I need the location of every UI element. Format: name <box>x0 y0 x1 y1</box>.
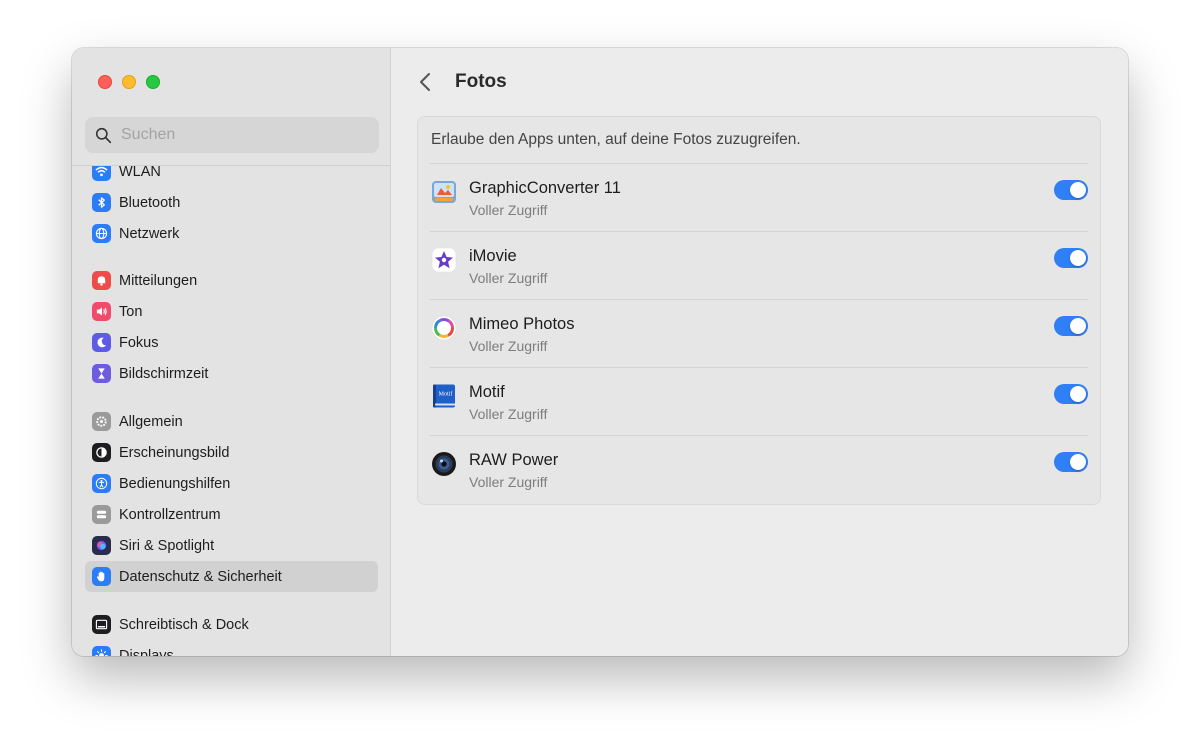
sidebar: WLAN Bluetooth Netzwerk <box>72 48 391 656</box>
bell-icon <box>92 271 111 290</box>
back-button[interactable] <box>411 68 439 96</box>
app-access-label: Voller Zugriff <box>469 202 548 218</box>
sidebar-item-bildschirmzeit[interactable]: Bildschirmzeit <box>85 358 378 389</box>
svg-text:Motif: Motif <box>439 391 453 398</box>
sun-icon <box>92 646 111 656</box>
speaker-icon <box>92 302 111 321</box>
sidebar-item-schreibtisch-dock[interactable]: Schreibtisch & Dock <box>85 609 378 640</box>
main-content: Fotos Erlaube den Apps unten, auf deine … <box>391 48 1128 656</box>
hourglass-icon <box>92 364 111 383</box>
gear-icon <box>92 412 111 431</box>
app-row-raw-power: RAW Power Voller Zugriff <box>430 435 1088 503</box>
sidebar-item-label: Fokus <box>119 334 159 351</box>
siri-icon <box>92 536 111 555</box>
close-button[interactable] <box>98 75 112 89</box>
sidebar-item-wlan[interactable]: WLAN <box>85 165 378 187</box>
app-row-motif: Motif Motif Voller Zugriff <box>430 367 1088 435</box>
sidebar-item-kontrollzentrum[interactable]: Kontrollzentrum <box>85 499 378 530</box>
hand-icon <box>92 567 111 586</box>
sidebar-item-label: Bildschirmzeit <box>119 365 209 382</box>
toggle-motif[interactable] <box>1054 384 1088 404</box>
page-title: Fotos <box>455 71 507 92</box>
app-name: RAW Power <box>469 451 559 469</box>
sidebar-item-label: Kontrollzentrum <box>119 506 221 523</box>
sidebar-item-bedienungshilfen[interactable]: Bedienungshilfen <box>85 468 378 499</box>
sidebar-item-displays[interactable]: Displays <box>85 640 378 656</box>
sidebar-item-label: Mitteilungen <box>119 272 198 289</box>
app-row-mimeo-photos: Mimeo Photos Voller Zugriff <box>430 299 1088 367</box>
moon-icon <box>92 333 111 352</box>
sidebar-item-datenschutz-sicherheit[interactable]: Datenschutz & Sicherheit <box>85 561 378 592</box>
wifi-icon <box>92 166 111 181</box>
app-name: GraphicConverter 11 <box>469 179 621 197</box>
appearance-icon <box>92 443 111 462</box>
sidebar-item-mitteilungen[interactable]: Mitteilungen <box>85 265 378 296</box>
app-row-graphicconverter: GraphicConverter 11 Voller Zugriff <box>430 163 1088 231</box>
sidebar-item-allgemein[interactable]: Allgemein <box>85 406 378 437</box>
motif-icon: Motif <box>430 382 458 410</box>
sidebar-item-ton[interactable]: Ton <box>85 296 378 327</box>
sidebar-item-label: Allgemein <box>119 413 183 430</box>
globe-icon <box>92 224 111 243</box>
app-row-imovie: iMovie Voller Zugriff <box>430 231 1088 299</box>
app-access-label: Voller Zugriff <box>469 474 548 490</box>
photos-access-panel: Erlaube den Apps unten, auf deine Fotos … <box>417 116 1101 505</box>
mimeo-icon <box>430 314 458 342</box>
app-access-label: Voller Zugriff <box>469 338 548 354</box>
toggle-imovie[interactable] <box>1054 248 1088 268</box>
toggle-mimeo-photos[interactable] <box>1054 316 1088 336</box>
zoom-button[interactable] <box>146 75 160 89</box>
search-icon <box>95 127 112 143</box>
app-name: Motif <box>469 383 505 401</box>
sidebar-item-label: Erscheinungsbild <box>119 444 230 461</box>
graphicconverter-icon <box>430 178 458 206</box>
sidebar-item-label: Bedienungshilfen <box>119 475 231 492</box>
sidebar-item-label: Displays <box>119 647 174 657</box>
toggle-raw-power[interactable] <box>1054 452 1088 472</box>
sidebar-item-label: WLAN <box>119 165 161 180</box>
imovie-icon <box>430 246 458 274</box>
dock-icon <box>92 615 111 634</box>
toolbar: Fotos <box>411 66 507 98</box>
sidebar-item-siri-spotlight[interactable]: Siri & Spotlight <box>85 530 378 561</box>
chevron-left-icon <box>420 73 430 91</box>
switches-icon <box>92 505 111 524</box>
toggle-graphicconverter[interactable] <box>1054 180 1088 200</box>
app-access-label: Voller Zugriff <box>469 270 548 286</box>
sidebar-item-netzwerk[interactable]: Netzwerk <box>85 218 378 249</box>
minimize-button[interactable] <box>122 75 136 89</box>
sidebar-item-label: Netzwerk <box>119 225 180 242</box>
search-input[interactable] <box>121 126 361 144</box>
sidebar-item-label: Datenschutz & Sicherheit <box>119 568 282 585</box>
sidebar-item-fokus[interactable]: Fokus <box>85 327 378 358</box>
app-name: Mimeo Photos <box>469 315 575 333</box>
rawpower-icon <box>430 450 458 478</box>
sidebar-item-label: Schreibtisch & Dock <box>119 616 249 633</box>
sidebar-item-label: Siri & Spotlight <box>119 537 215 554</box>
sidebar-item-bluetooth[interactable]: Bluetooth <box>85 187 378 218</box>
bluetooth-icon <box>92 193 111 212</box>
window-controls <box>98 75 160 89</box>
accessibility-icon <box>92 474 111 493</box>
sidebar-item-erscheinungsbild[interactable]: Erscheinungsbild <box>85 437 378 468</box>
sidebar-item-label: Ton <box>119 303 143 320</box>
app-name: iMovie <box>469 247 517 265</box>
panel-description: Erlaube den Apps unten, auf deine Fotos … <box>431 131 801 148</box>
search-field[interactable] <box>85 117 379 153</box>
settings-window: WLAN Bluetooth Netzwerk <box>72 48 1128 656</box>
app-access-label: Voller Zugriff <box>469 406 548 422</box>
sidebar-list[interactable]: WLAN Bluetooth Netzwerk Mitteilungen Ton… <box>72 165 390 656</box>
sidebar-item-label: Bluetooth <box>119 194 181 211</box>
